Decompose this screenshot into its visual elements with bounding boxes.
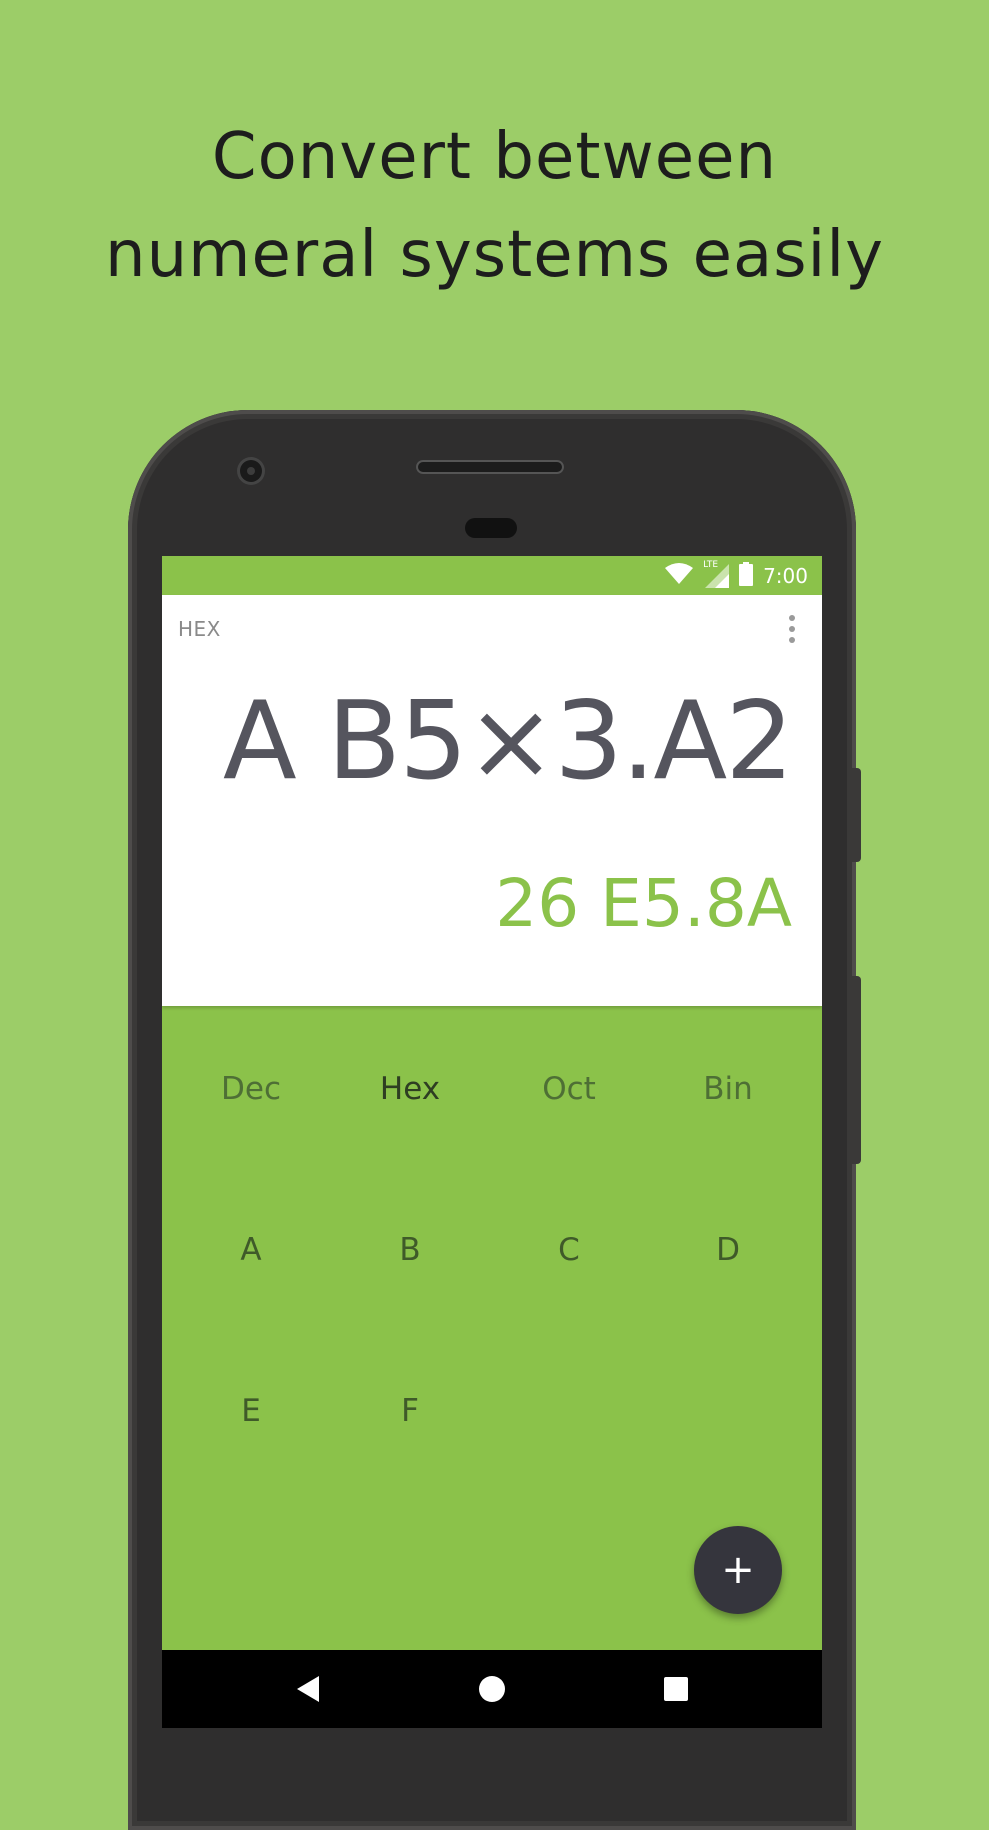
digit-a-button[interactable]: A [171,1210,331,1290]
recents-icon[interactable] [656,1669,696,1709]
home-icon[interactable] [472,1669,512,1709]
overflow-menu-icon[interactable] [784,613,800,645]
front-camera [240,460,262,482]
digit-e-button[interactable]: E [171,1371,331,1451]
earpiece-speaker [416,460,564,474]
status-bar: LTE 7:00 [162,556,822,595]
add-button[interactable]: + [694,1526,782,1614]
headline-line-2: numeral systems easily [105,218,884,292]
base-dec-button[interactable]: Dec [171,1049,331,1129]
volume-button [852,976,861,1164]
mode-label: HEX [178,617,221,641]
signal-icon: LTE [703,560,730,588]
digit-f-button[interactable]: F [330,1371,490,1451]
proximity-sensor [465,518,517,538]
calculator-display: HEX A B5×3.A2 26 E5.8A [162,595,822,1006]
back-icon[interactable] [289,1669,329,1709]
result-text: 26 E5.8A [495,865,792,942]
digit-c-button[interactable]: C [489,1210,649,1290]
status-icons: LTE 7:00 [665,560,808,590]
digit-d-button[interactable]: D [648,1210,808,1290]
digit-b-button[interactable]: B [330,1210,490,1290]
base-bin-button[interactable]: Bin [648,1049,808,1129]
wifi-icon [665,563,694,589]
navigation-bar [162,1650,822,1728]
power-button [852,768,861,862]
base-hex-button[interactable]: Hex [330,1049,490,1129]
phone-screen: LTE 7:00 HEX A B5×3.A2 26 E5.8A Dec Hex … [162,556,822,1728]
status-time: 7:00 [763,564,808,588]
expression-text: A B5×3.A2 [222,679,794,804]
menu-dot [789,626,795,632]
headline: Convert between numeral systems easily [0,108,989,304]
menu-dot [789,615,795,621]
network-type-label: LTE [703,560,719,570]
battery-icon [739,562,754,590]
menu-dot [789,637,795,643]
headline-line-1: Convert between [211,120,778,194]
plus-icon: + [721,1547,755,1593]
base-oct-button[interactable]: Oct [489,1049,649,1129]
